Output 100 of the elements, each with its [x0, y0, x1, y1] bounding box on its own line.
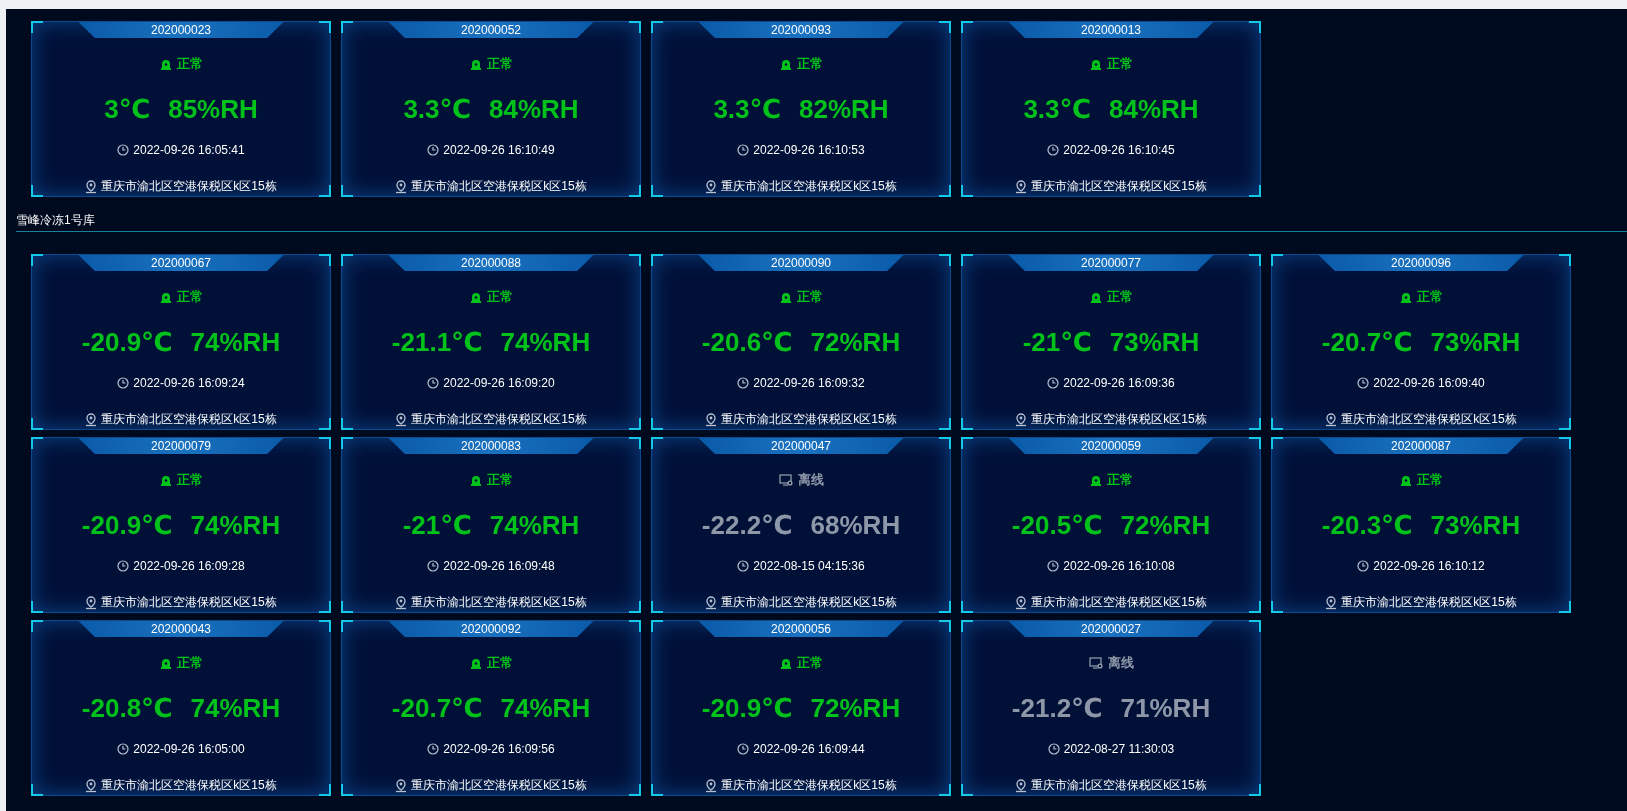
- status-label: 正常: [1106, 471, 1133, 489]
- humidity-value: 84%RH: [1109, 94, 1199, 124]
- temperature-value: 3.3℃: [713, 94, 781, 124]
- corner-bracket: [651, 254, 663, 266]
- alarm-light-icon: [469, 474, 482, 486]
- corner-bracket: [1249, 418, 1261, 430]
- alarm-light-icon: [1399, 474, 1412, 486]
- location-pin-icon: [1325, 595, 1338, 610]
- corner-bracket: [629, 601, 641, 613]
- location-pin-icon: [85, 595, 98, 610]
- temperature-value: -21℃: [1022, 327, 1092, 357]
- corner-bracket: [1559, 418, 1571, 430]
- device-id: 202000056: [698, 621, 904, 637]
- corner-bracket: [319, 784, 331, 796]
- status-label: 正常: [176, 288, 203, 306]
- corner-bracket: [1559, 601, 1571, 613]
- corner-bracket: [629, 185, 641, 197]
- update-time: 2022-09-26 16:09:20: [443, 376, 555, 390]
- update-time: 2022-09-26 16:09:36: [1063, 376, 1175, 390]
- clock-icon: [427, 144, 440, 156]
- corner-bracket: [319, 437, 331, 449]
- status-label: 正常: [176, 654, 203, 672]
- corner-bracket: [319, 601, 331, 613]
- clock-icon: [427, 377, 440, 389]
- status-label: 正常: [486, 654, 513, 672]
- corner-bracket: [939, 185, 951, 197]
- humidity-value: 74%RH: [190, 510, 281, 540]
- update-time: 2022-09-26 16:10:49: [443, 143, 555, 157]
- status-label: 正常: [176, 471, 203, 489]
- corner-bracket: [31, 418, 43, 430]
- update-time: 2022-08-27 11:30:03: [1063, 742, 1175, 756]
- corner-bracket: [961, 418, 973, 430]
- temperature-value: -20.6℃: [701, 327, 793, 357]
- corner-bracket: [341, 418, 353, 430]
- corner-bracket: [961, 437, 973, 449]
- update-time: 2022-09-26 16:09:28: [133, 559, 245, 573]
- corner-bracket: [31, 601, 43, 613]
- corner-bracket: [31, 185, 43, 197]
- temperature-value: -21℃: [402, 510, 472, 540]
- corner-bracket: [1271, 601, 1283, 613]
- update-time: 2022-09-26 16:10:53: [753, 143, 865, 157]
- corner-bracket: [319, 254, 331, 266]
- corner-bracket: [651, 620, 663, 632]
- address-text: 重庆市渝北区空港保税区k区15栋: [411, 777, 587, 794]
- corner-bracket: [1249, 784, 1261, 796]
- location-pin-icon: [85, 412, 98, 427]
- corner-bracket: [961, 601, 973, 613]
- corner-bracket: [1271, 418, 1283, 430]
- temperature-value: -21.2℃: [1011, 693, 1103, 723]
- corner-bracket: [341, 437, 353, 449]
- status-label: 正常: [486, 55, 513, 73]
- device-id: 202000043: [78, 621, 284, 637]
- corner-bracket: [939, 620, 951, 632]
- humidity-value: 73%RH: [1430, 327, 1521, 357]
- humidity-value: 72%RH: [810, 693, 901, 723]
- location-pin-icon: [705, 412, 718, 427]
- temperature-value: -20.9℃: [701, 693, 793, 723]
- corner-bracket: [939, 437, 951, 449]
- temperature-value: -20.3℃: [1321, 510, 1413, 540]
- corner-bracket: [1249, 437, 1261, 449]
- address-text: 重庆市渝北区空港保税区k区15栋: [101, 178, 277, 195]
- corner-bracket: [31, 784, 43, 796]
- alarm-light-icon: [1089, 58, 1102, 70]
- monitor-offline-icon: [778, 474, 793, 486]
- update-time: 2022-09-26 16:09:32: [753, 376, 865, 390]
- update-time: 2022-09-26 16:05:00: [133, 742, 245, 756]
- status-label: 正常: [1106, 288, 1133, 306]
- corner-bracket: [1249, 21, 1261, 33]
- corner-bracket: [629, 418, 641, 430]
- address-text: 重庆市渝北区空港保税区k区15栋: [1031, 411, 1207, 428]
- alarm-light-icon: [779, 657, 792, 669]
- corner-bracket: [629, 437, 641, 449]
- update-time: 2022-09-26 16:10:12: [1373, 559, 1485, 573]
- location-pin-icon: [395, 412, 408, 427]
- humidity-value: 71%RH: [1120, 693, 1211, 723]
- alarm-light-icon: [779, 291, 792, 303]
- corner-bracket: [341, 254, 353, 266]
- device-id: 202000093: [698, 22, 904, 38]
- update-time: 2022-09-26 16:10:08: [1063, 559, 1175, 573]
- device-id: 202000079: [78, 438, 284, 454]
- address-text: 重庆市渝北区空港保税区k区15栋: [1031, 178, 1207, 195]
- corner-bracket: [31, 620, 43, 632]
- temperature-value: -20.7℃: [1321, 327, 1413, 357]
- monitor-offline-icon: [1088, 657, 1103, 669]
- alarm-light-icon: [469, 58, 482, 70]
- status-label: 正常: [796, 654, 823, 672]
- section-title: 雪峰冷冻1号库: [16, 212, 95, 229]
- update-time: 2022-09-26 16:09:40: [1373, 376, 1485, 390]
- corner-bracket: [1249, 620, 1261, 632]
- address-text: 重庆市渝北区空港保税区k区15栋: [411, 411, 587, 428]
- device-id: 202000067: [78, 255, 284, 271]
- corner-bracket: [1249, 601, 1261, 613]
- humidity-value: 68%RH: [810, 510, 901, 540]
- corner-bracket: [629, 784, 641, 796]
- humidity-value: 85%RH: [168, 94, 258, 124]
- status-label: 正常: [1416, 471, 1443, 489]
- corner-bracket: [319, 21, 331, 33]
- corner-bracket: [341, 620, 353, 632]
- corner-bracket: [31, 254, 43, 266]
- corner-bracket: [961, 21, 973, 33]
